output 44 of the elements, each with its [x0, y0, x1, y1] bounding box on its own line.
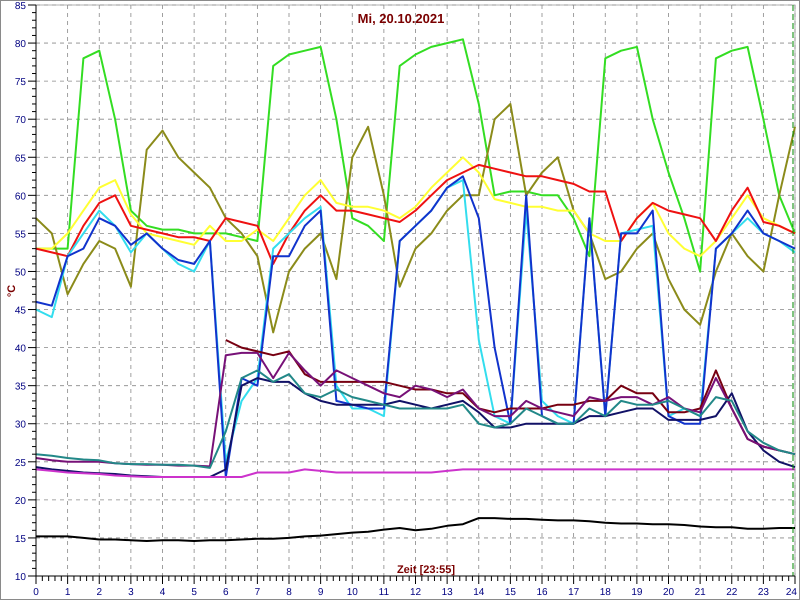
- axis-tick-label: 17: [568, 587, 580, 598]
- axis-tick-label: 7: [254, 587, 260, 598]
- axis-tick-label: 40: [14, 344, 26, 355]
- chart-title: Mi, 20.10.2021: [358, 11, 444, 26]
- x-axis-label: Zeit [23:55]: [396, 564, 456, 576]
- axis-tick-label: 24: [786, 587, 797, 598]
- axis-tick-label: 22: [726, 587, 738, 598]
- axis-tick-label: 20: [14, 496, 26, 507]
- axis-tick-label: 16: [536, 587, 548, 598]
- axis-tick-label: 1: [64, 587, 70, 598]
- axis-tick-label: 13: [442, 587, 453, 598]
- axis-tick-label: 21: [694, 587, 706, 598]
- axis-tick-label: 8: [286, 587, 292, 598]
- axis-tick-label: 45: [14, 306, 26, 317]
- axis-tick-label: 4: [160, 587, 166, 598]
- axis-tick-label: 6: [222, 587, 229, 598]
- axis-tick-label: 2: [96, 587, 102, 598]
- axis-tick-label: 10: [346, 587, 358, 598]
- axis-tick-label: 14: [473, 587, 484, 598]
- axis-tick-label: 20: [662, 587, 674, 598]
- axis-tick-label: 0: [33, 587, 39, 598]
- axis-tick-label: 23: [758, 587, 769, 598]
- axis-tick-label: 15: [14, 534, 26, 545]
- axis-tick-label: 3: [128, 587, 134, 598]
- axis-tick-label: 11: [378, 587, 390, 598]
- axis-tick-label: 18: [600, 587, 611, 598]
- axis-tick-label: 35: [14, 382, 26, 393]
- axis-tick-label: 12: [410, 587, 422, 598]
- axis-tick-label: 55: [14, 229, 26, 240]
- axis-tick-label: 75: [14, 77, 26, 88]
- axis-tick-label: 60: [14, 191, 26, 202]
- axis-tick-label: 15: [504, 587, 516, 598]
- y-axis-label: °C: [6, 284, 18, 298]
- axis-tick-label: 50: [14, 267, 26, 278]
- axis-tick-label: 30: [14, 420, 26, 431]
- axis-tick-label: 9: [318, 587, 324, 598]
- axis-tick-label: 85: [14, 1, 26, 12]
- axis-tick-label: 5: [191, 587, 197, 598]
- axis-tick-label: 19: [631, 587, 642, 598]
- axis-tick-label: 25: [14, 458, 26, 469]
- axis-tick-label: 70: [14, 115, 26, 126]
- axis-tick-label: 65: [14, 153, 26, 164]
- axis-tick-label: 80: [14, 39, 26, 50]
- axis-tick-label: 10: [14, 572, 26, 583]
